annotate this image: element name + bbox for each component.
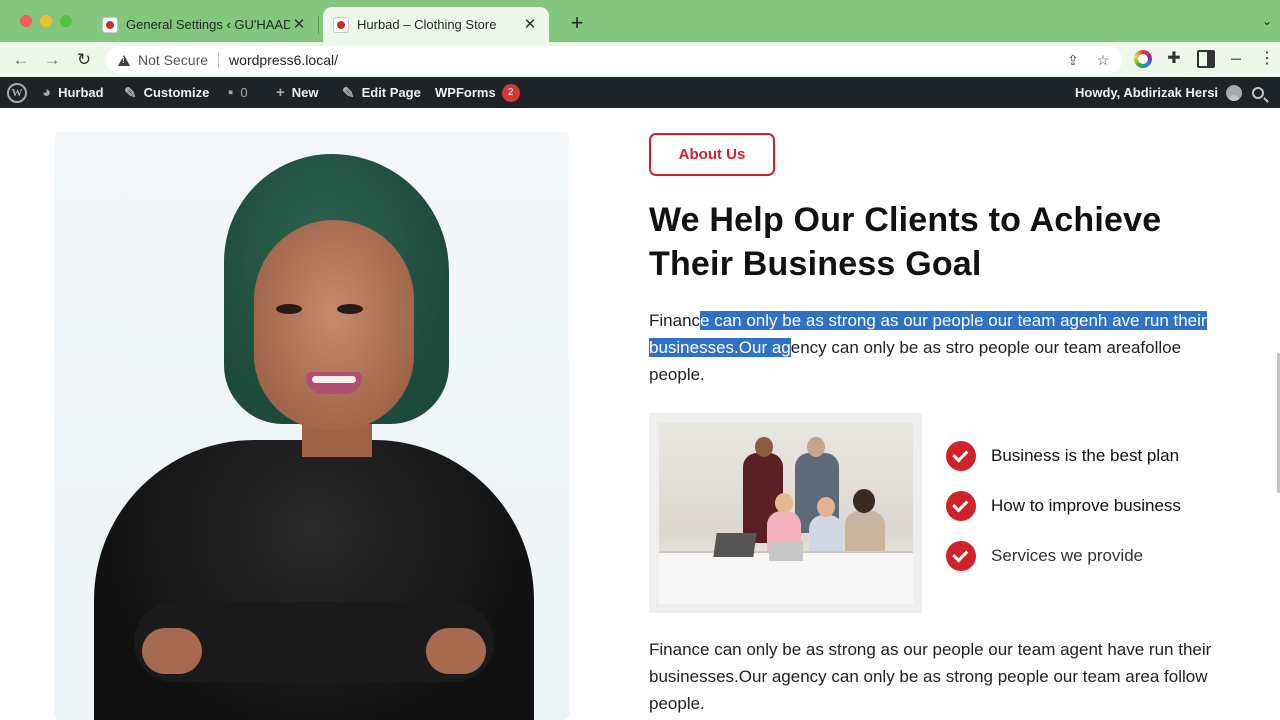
- new-tab-button[interactable]: +: [566, 12, 588, 34]
- comments-count: 0: [240, 85, 248, 100]
- new-label: New: [291, 85, 319, 100]
- extensions-puzzle-icon[interactable]: ✚: [1165, 50, 1183, 68]
- list-item-label: Services we provide: [991, 546, 1144, 565]
- divider: [218, 52, 220, 68]
- wordpress-logo-icon: W: [7, 82, 27, 103]
- portrait-hand-shape: [142, 628, 202, 674]
- close-icon[interactable]: ✕: [290, 16, 308, 34]
- hurbad-extension-icon[interactable]: ▬▬: [1224, 50, 1248, 68]
- plus-icon: +: [276, 84, 285, 101]
- woman-portrait-image: [54, 132, 569, 720]
- edit-page-label: Edit Page: [361, 85, 421, 100]
- list-item-label: How to improve business: [991, 496, 1181, 515]
- address-bar[interactable]: Not Secure wordpress6.local/ ⇪ ☆: [106, 46, 1122, 74]
- warning-icon: [118, 54, 130, 66]
- team-head-shape: [853, 489, 875, 513]
- dashboard-icon: ◕: [42, 84, 52, 101]
- avatar: [1226, 84, 1243, 101]
- pencil-icon: ✎: [342, 84, 355, 102]
- team-photo-frame: [649, 413, 922, 613]
- security-label[interactable]: Not Secure: [138, 52, 208, 68]
- portrait-eye-shape: [337, 304, 363, 314]
- body-paragraph: Finance can only be as strong as our peo…: [649, 640, 1212, 713]
- url-text[interactable]: wordpress6.local/: [229, 52, 338, 68]
- tab-search-chevron-icon[interactable]: ⌄: [1262, 14, 1272, 28]
- checkmark-icon: [946, 541, 976, 571]
- browser-menu-icon[interactable]: ⋮: [1258, 50, 1276, 68]
- team-head-shape: [817, 497, 835, 517]
- site-name-link[interactable]: ◕ Hurbad: [42, 77, 104, 108]
- tab-title: General Settings ‹ GU'HAAD –: [126, 17, 290, 32]
- wp-logo-button[interactable]: W: [7, 77, 27, 108]
- forward-arrow-icon[interactable]: →: [40, 48, 64, 72]
- about-us-button[interactable]: About Us: [649, 133, 775, 176]
- customize-link[interactable]: ✎ Customize: [124, 77, 209, 108]
- my-account-link[interactable]: Howdy, Abdirizak Hersi: [1075, 77, 1243, 108]
- side-panel-icon[interactable]: [1197, 50, 1215, 68]
- site-favicon-icon: [333, 16, 349, 33]
- color-picker-extension-icon[interactable]: [1134, 50, 1152, 68]
- search-icon: [1252, 86, 1264, 99]
- portrait-face-shape: [254, 220, 414, 430]
- site-name-label: Hurbad: [58, 85, 104, 100]
- tab-title: Hurbad – Clothing Store: [357, 17, 497, 32]
- team-laptop-shape: [769, 541, 803, 561]
- edit-page-link[interactable]: ✎ Edit Page: [342, 77, 421, 108]
- intro-paragraph: Finance can only be as strong as our peo…: [649, 307, 1229, 388]
- list-item: Business is the best plan: [946, 441, 1179, 471]
- reload-icon[interactable]: ↻: [72, 48, 96, 72]
- portrait-teeth-shape: [312, 376, 356, 383]
- site-favicon-icon: [102, 16, 118, 33]
- team-head-shape: [755, 437, 773, 457]
- share-icon[interactable]: ⇪: [1064, 51, 1082, 69]
- list-item-label: Business is the best plan: [991, 446, 1180, 465]
- business-team-image: [659, 423, 913, 604]
- wpforms-link[interactable]: WPForms 2: [435, 77, 520, 108]
- checkmark-icon: [946, 441, 976, 471]
- window-close-button[interactable]: [20, 15, 32, 27]
- checkmark-icon: [946, 491, 976, 521]
- window-minimize-button[interactable]: [40, 15, 52, 27]
- portrait-eye-shape: [276, 304, 302, 314]
- team-head-shape: [775, 493, 793, 513]
- page-content: About Us We Help Our Clients to Achieve …: [0, 108, 1280, 720]
- tab-general-settings[interactable]: General Settings ‹ GU'HAAD – ✕: [92, 7, 318, 42]
- notification-badge: 2: [501, 83, 520, 102]
- comment-bubble-icon: ▪: [228, 84, 234, 101]
- close-icon[interactable]: ✕: [521, 16, 539, 34]
- bookmark-star-icon[interactable]: ☆: [1094, 51, 1112, 69]
- paintbrush-icon: ✎: [124, 84, 137, 102]
- window-maximize-button[interactable]: [60, 15, 72, 27]
- portrait-hand-shape: [426, 628, 486, 674]
- admin-search-button[interactable]: [1252, 77, 1264, 108]
- tab-separator: [318, 16, 319, 34]
- team-laptop-shape: [713, 533, 757, 557]
- section-heading: We Help Our Clients to Achieve Their Bus…: [649, 201, 1162, 283]
- list-item: How to improve business: [946, 491, 1181, 521]
- comments-link[interactable]: ▪ 0: [228, 77, 248, 108]
- wpforms-label: WPForms: [435, 85, 496, 100]
- list-item: Services we provide: [946, 541, 1143, 571]
- howdy-label: Howdy, Abdirizak Hersi: [1075, 85, 1219, 100]
- back-arrow-icon[interactable]: ←: [9, 48, 33, 72]
- browser-toolbar: ← → ↻ Not Secure wordpress6.local/ ⇪ ☆ ✚…: [0, 42, 1280, 77]
- tab-hurbad[interactable]: Hurbad – Clothing Store ✕: [323, 7, 549, 42]
- customize-label: Customize: [143, 85, 210, 100]
- paragraph-text: Financ: [649, 311, 701, 330]
- browser-tab-bar: General Settings ‹ GU'HAAD – ✕ Hurbad – …: [0, 0, 1280, 42]
- new-content-link[interactable]: + New: [276, 77, 319, 108]
- wp-admin-bar: W ◕ Hurbad ✎ Customize ▪ 0 + New ✎ Edit …: [0, 77, 1280, 108]
- team-head-shape: [807, 437, 825, 457]
